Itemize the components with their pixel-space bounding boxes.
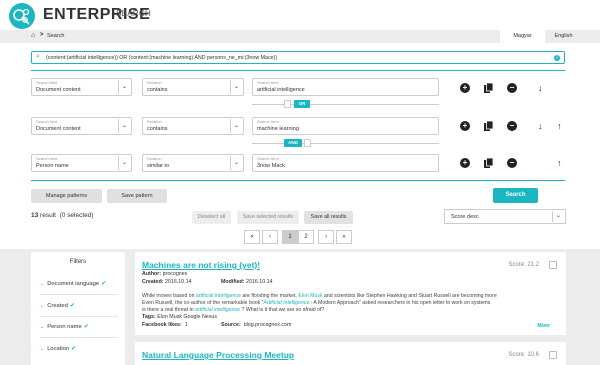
result-author: Author: procognex: [142, 271, 188, 277]
result-tags: Tags: Elon Musk Google Nexus: [142, 314, 217, 320]
page-2[interactable]: 2: [298, 230, 314, 244]
divider: [31, 180, 565, 181]
save-selected-button[interactable]: Save selected results: [237, 211, 299, 224]
check-icon: ✔: [71, 346, 76, 352]
result-snippet-line: Even Russell, the co-author of the remar…: [142, 300, 491, 306]
filter-created[interactable]: ⌄ Created ✔: [40, 303, 75, 309]
divider: [31, 70, 565, 71]
add-condition-icon[interactable]: +: [460, 158, 470, 168]
add-condition-icon[interactable]: +: [460, 83, 470, 93]
move-down-icon[interactable]: ↓: [538, 83, 543, 93]
page-first[interactable]: «: [244, 230, 260, 244]
relation-select[interactable]: Relation contains ⌄: [142, 117, 244, 135]
filters-title: Filters: [69, 259, 87, 265]
filter-location[interactable]: ⌄ Location ✔: [40, 346, 76, 352]
search-icon: ⌕: [36, 53, 40, 60]
remove-condition-icon[interactable]: −: [507, 83, 517, 93]
chevron-down-icon: ⌄: [230, 80, 242, 94]
check-icon: ✔: [101, 281, 106, 287]
result-snippet-line: While moves based on artificial intellig…: [142, 293, 497, 299]
language-tab-english[interactable]: English: [545, 30, 582, 43]
result-card: Natural Language Processing Meetup Score…: [135, 342, 566, 365]
add-condition-icon[interactable]: +: [460, 121, 470, 131]
chevron-down-icon: ⌄: [40, 324, 45, 330]
chevron-down-icon: ⌄: [40, 346, 45, 352]
filter-document-language[interactable]: ⌄ Document language ✔: [40, 281, 106, 287]
info-icon[interactable]: i: [554, 55, 560, 61]
result-checkbox[interactable]: [549, 261, 557, 269]
copy-condition-icon[interactable]: [484, 120, 494, 131]
copy-condition-icon[interactable]: [484, 157, 494, 168]
chevron-down-icon: ⌄: [230, 119, 242, 133]
chevron-down-icon: ⌄: [118, 80, 130, 94]
result-modified: Modified: 2016.10.14: [221, 279, 273, 285]
result-created: Created: 2016.10.14: [142, 279, 192, 285]
operator-toggle[interactable]: [304, 139, 311, 147]
check-icon: ✔: [83, 324, 89, 330]
search-field-select[interactable]: Search field Person name ⌄: [31, 154, 132, 172]
chevron-down-icon: ⌄: [40, 303, 45, 309]
move-up-icon[interactable]: ↑: [557, 121, 562, 131]
language-tab-magyar[interactable]: Magyar: [500, 30, 545, 43]
remove-condition-icon[interactable]: −: [507, 121, 517, 131]
breadcrumb-chevron-icon: >: [40, 32, 44, 38]
chevron-down-icon: ⌄: [118, 119, 130, 133]
page-prev[interactable]: ‹: [262, 230, 278, 244]
result-likes: Facebook likes: 1: [142, 322, 188, 328]
result-source: Source: blog.procognex.com: [221, 322, 292, 328]
chevron-down-icon: ⌄: [118, 156, 130, 170]
search-field-select[interactable]: Search field Document content ⌄: [31, 78, 132, 96]
breadcrumb: Search: [47, 33, 65, 39]
result-score: Score: 21.2: [508, 262, 539, 268]
save-pattern-button[interactable]: Save pattern: [107, 189, 167, 203]
search-button[interactable]: Search: [493, 188, 538, 203]
home-icon[interactable]: ⌂: [31, 32, 35, 39]
more-link[interactable]: More: [537, 323, 550, 329]
move-up-icon[interactable]: ↑: [557, 158, 562, 168]
operator-line: [252, 104, 439, 105]
logo-icon[interactable]: [9, 3, 35, 29]
result-title[interactable]: Machines are not rising (yet)!: [142, 260, 260, 270]
chevron-down-icon: ⌄: [40, 281, 45, 287]
result-count: 13 result (0 selected): [31, 212, 94, 219]
filter-person-name[interactable]: ⌄ Person name ✔: [40, 324, 89, 330]
search-term-input[interactable]: Search term 3now Mack: [252, 154, 439, 172]
result-snippet-line: is there a real threat in artificial int…: [142, 307, 325, 313]
filters-panel: Filters ⌄ Document language ✔ ⌄ Created ✔ ⌄ P…: [31, 252, 125, 365]
deselect-all-button[interactable]: Deselect all: [192, 211, 231, 224]
result-card: Machines are not rising (yet)! Score: 21…: [135, 252, 566, 335]
operator-toggle[interactable]: [284, 100, 291, 108]
result-title[interactable]: Natural Language Processing Meetup: [142, 350, 294, 360]
sort-select[interactable]: Score desc ⌄: [444, 209, 566, 224]
query-input[interactable]: ⌕ (content:(artificial intelligence)) OR…: [31, 51, 565, 64]
result-score: Score: 10.6: [508, 352, 539, 358]
copy-condition-icon[interactable]: [484, 82, 494, 93]
operator-line: [252, 143, 439, 144]
result-checkbox[interactable]: [549, 351, 557, 359]
page-1[interactable]: 1: [282, 230, 298, 244]
manage-patterns-button[interactable]: Manage patterns: [31, 189, 102, 203]
save-all-button[interactable]: Save all results: [304, 211, 353, 224]
relation-select[interactable]: Relation similar to ⌄: [142, 154, 244, 172]
logo-subtitle: SEARCH: [116, 9, 152, 18]
remove-condition-icon[interactable]: −: [507, 158, 517, 168]
page-last[interactable]: »: [336, 230, 352, 244]
operator-or[interactable]: OR: [294, 100, 310, 108]
relation-select[interactable]: Relation contains ⌄: [142, 78, 244, 96]
search-term-input[interactable]: Search term artificial intelligence: [252, 78, 439, 96]
query-text: (content:(artificial intelligence)) OR (…: [46, 55, 278, 61]
chevron-down-icon: ⌄: [230, 156, 242, 170]
move-down-icon[interactable]: ↓: [538, 121, 543, 131]
search-term-input[interactable]: Search term machine learning: [252, 117, 439, 135]
operator-and[interactable]: AND: [284, 139, 302, 147]
search-field-select[interactable]: Search field Document content ⌄: [31, 117, 132, 135]
page-next[interactable]: ›: [318, 230, 334, 244]
check-icon: ✔: [69, 303, 75, 309]
header: ENTERPRISE SEARCH: [0, 0, 600, 30]
chevron-down-icon: ⌄: [552, 211, 564, 222]
